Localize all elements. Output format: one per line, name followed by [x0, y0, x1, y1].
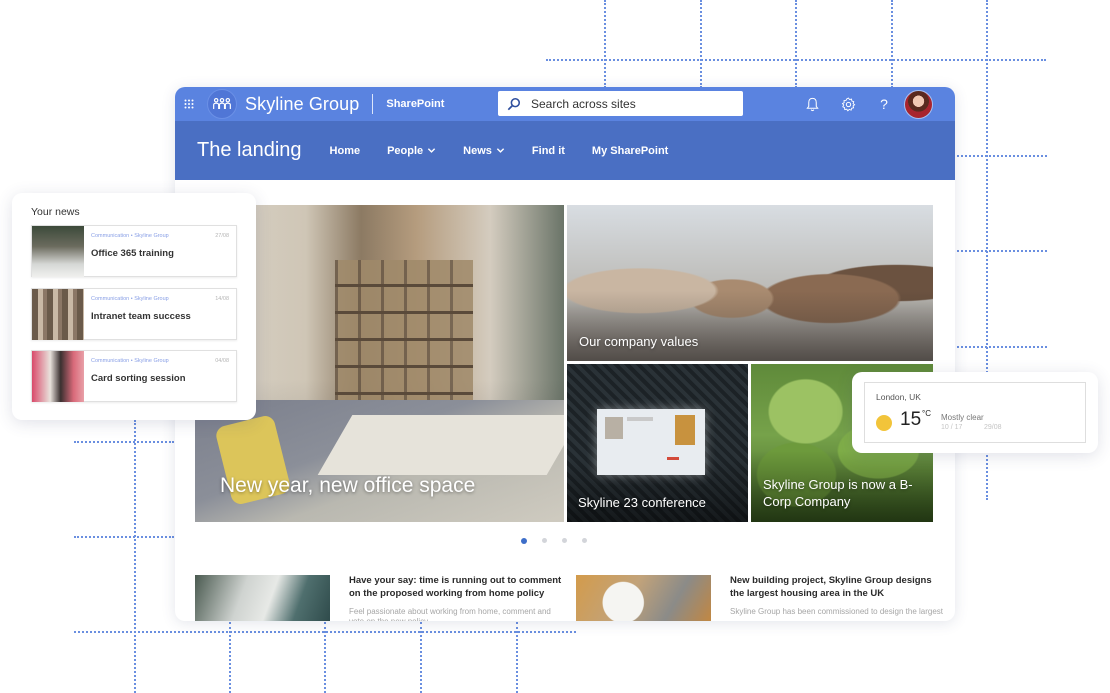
- hub-nav-bar: The landing Home People News Find it My …: [175, 121, 955, 180]
- sun-icon: [876, 415, 892, 431]
- gear-icon[interactable]: [838, 94, 858, 114]
- search-input[interactable]: Search across sites: [531, 97, 636, 111]
- news-excerpt: Feel passionate about working from home,…: [349, 607, 551, 621]
- team-logo-icon[interactable]: [207, 89, 237, 119]
- nav-label: My SharePoint: [591, 144, 669, 157]
- hero-caption: Skyline Group is now a B-Corp Company: [763, 477, 913, 509]
- nav-find-it[interactable]: Find it: [532, 145, 565, 157]
- app-launcher-icon[interactable]: [177, 87, 201, 121]
- bell-icon[interactable]: [802, 94, 822, 114]
- grid-line: [74, 441, 174, 443]
- tile-image: [317, 415, 564, 475]
- weather-condition: Mostly clear: [941, 413, 984, 422]
- suite-bar: Skyline Group SharePoint Search across s…: [175, 87, 955, 121]
- sharepoint-window: Skyline Group SharePoint Search across s…: [175, 87, 955, 621]
- app-name[interactable]: SharePoint: [386, 98, 444, 110]
- hero-tile-values[interactable]: Our company values: [567, 205, 933, 361]
- grid-line: [957, 155, 1047, 157]
- weather-range: 10 / 17: [941, 424, 963, 431]
- your-news-item[interactable]: Communication • Skyline Group 27/08 Offi…: [31, 225, 237, 277]
- news-item[interactable]: Have your say: time is running out to co…: [195, 575, 564, 621]
- your-news-item[interactable]: Communication • Skyline Group 04/08 Card…: [31, 350, 237, 402]
- nav-label: People: [387, 144, 424, 157]
- hero-caption: New year, new office space: [220, 474, 476, 497]
- grid-line: [604, 0, 606, 88]
- chevron-down-icon: [496, 148, 505, 153]
- news-excerpt: Skyline Group has been commissioned to d…: [730, 607, 944, 616]
- grid-line: [74, 536, 174, 538]
- grid-line: [891, 0, 893, 88]
- news-item[interactable]: New building project, Skyline Group desi…: [576, 575, 945, 621]
- weather-date: 29/08: [984, 424, 1002, 431]
- weather-temperature: 15: [900, 409, 922, 430]
- nav-label: Home: [329, 144, 361, 157]
- hero-tile-conference[interactable]: Skyline 23 conference: [567, 364, 748, 522]
- news-title: Card sorting session: [91, 373, 186, 384]
- help-icon[interactable]: ?: [874, 94, 894, 114]
- weather-unit: °C: [922, 409, 931, 418]
- tile-image: [335, 260, 473, 400]
- carousel-dot[interactable]: [542, 538, 547, 543]
- your-news-card: Your news Communication • Skyline Group …: [12, 193, 256, 420]
- tile-image: [597, 409, 705, 475]
- search-icon: [507, 97, 521, 110]
- news-thumbnail: [32, 226, 84, 277]
- avatar[interactable]: [904, 89, 933, 119]
- nav-label: News: [463, 144, 492, 157]
- nav-news[interactable]: News: [463, 145, 505, 157]
- your-news-title: Your news: [31, 206, 80, 218]
- brand-name[interactable]: Skyline Group: [245, 94, 359, 115]
- your-news-item[interactable]: Communication • Skyline Group 14/08 Intr…: [31, 288, 237, 340]
- grid-line: [546, 59, 1046, 61]
- divider: [372, 94, 374, 114]
- help-glyph: ?: [880, 96, 888, 112]
- grid-line: [74, 631, 576, 633]
- news-date: 04/08: [215, 358, 229, 364]
- news-title: Intranet team success: [91, 311, 191, 322]
- news-headline[interactable]: New building project, Skyline Group desi…: [730, 575, 945, 600]
- carousel-dot[interactable]: [562, 538, 567, 543]
- nav-my-sharepoint[interactable]: My SharePoint: [592, 145, 668, 157]
- news-title: Office 365 training: [91, 248, 174, 259]
- weather-location: London, UK: [876, 392, 921, 402]
- grid-line: [957, 250, 1047, 252]
- weather-card: London, UK 15 °C Mostly clear 10 / 17 29…: [852, 372, 1098, 453]
- news-date: 14/08: [215, 296, 229, 302]
- news-headline[interactable]: Have your say: time is running out to co…: [349, 575, 564, 600]
- hero-caption: Our company values: [579, 334, 699, 349]
- news-thumbnail: [32, 289, 84, 340]
- search-box[interactable]: Search across sites: [498, 91, 743, 116]
- weather-widget[interactable]: London, UK 15 °C Mostly clear 10 / 17 29…: [864, 382, 1086, 443]
- carousel-dot[interactable]: [521, 538, 527, 544]
- carousel-dot[interactable]: [582, 538, 587, 543]
- grid-line: [700, 0, 702, 88]
- news-date: 27/08: [215, 233, 229, 239]
- carousel-pager: [521, 538, 602, 544]
- nav-home[interactable]: Home: [330, 145, 361, 157]
- suite-actions: ?: [786, 87, 933, 121]
- stage: Skyline Group SharePoint Search across s…: [0, 0, 1110, 693]
- hero-news-grid: New year, new office space Our company v…: [195, 205, 933, 522]
- news-thumbnail: [195, 575, 330, 621]
- hero-caption: Skyline 23 conference: [578, 495, 706, 510]
- site-title[interactable]: The landing: [197, 139, 302, 162]
- grid-line: [957, 346, 1047, 348]
- nav-people[interactable]: People: [387, 145, 436, 157]
- news-thumbnail: [32, 351, 84, 402]
- news-thumbnail: [576, 575, 711, 621]
- grid-line: [134, 420, 136, 693]
- chevron-down-icon: [428, 148, 436, 153]
- nav-label: Find it: [531, 144, 565, 157]
- grid-line: [795, 0, 797, 88]
